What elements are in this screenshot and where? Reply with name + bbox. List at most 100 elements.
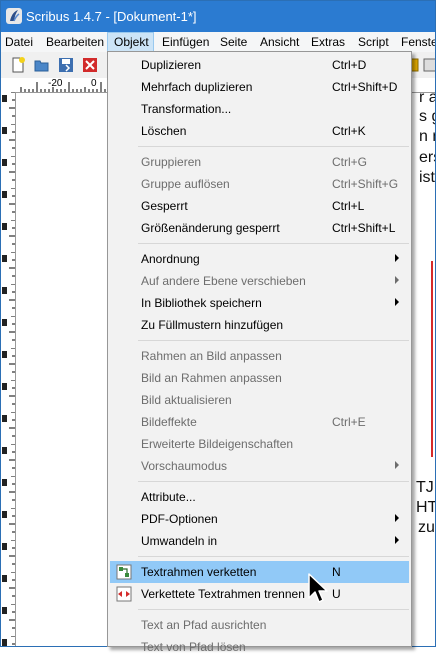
objekt-menu: Duplizieren Ctrl+D Mehrfach duplizieren … [107, 51, 412, 654]
menu-item-label: Gruppe auflösen [141, 177, 230, 191]
menu-item-bildeffekte[interactable]: Bildeffekte Ctrl+E [110, 411, 409, 433]
menu-extras[interactable]: Extras [311, 32, 345, 52]
link-frames-icon [116, 564, 132, 580]
menu-item-umwandeln-in[interactable]: Umwandeln in [110, 530, 409, 552]
menu-item-rahmen-an-bild[interactable]: Rahmen an Bild anpassen [110, 345, 409, 367]
close-document-icon[interactable] [81, 56, 99, 74]
submenu-arrow-icon [395, 276, 399, 284]
menu-item-gruppe-aufloesen[interactable]: Gruppe auflösen Ctrl+Shift+G [110, 173, 409, 195]
menu-item-text-von-pfad[interactable]: Text von Pfad lösen [110, 636, 409, 658]
vertical-ruler[interactable] [1, 92, 16, 646]
menu-item-label: Bild an Rahmen anpassen [141, 371, 282, 385]
submenu-arrow-icon [395, 254, 399, 262]
menu-item-erweiterte-bildeigenschaften[interactable]: Erweiterte Bildeigenschaften [110, 433, 409, 455]
menu-item-text-an-pfad[interactable]: Text an Pfad ausrichten [110, 614, 409, 636]
new-document-icon[interactable] [9, 56, 27, 74]
save-icon[interactable] [57, 56, 75, 74]
window-title: Scribus 1.4.7 - [Dokument-1*] [26, 9, 197, 24]
scribus-logo-icon[interactable] [6, 8, 22, 24]
menu-separator [138, 340, 409, 341]
canvas-text-line: erso [419, 149, 435, 166]
menu-item-bild-an-rahmen[interactable]: Bild an Rahmen anpassen [110, 367, 409, 389]
open-folder-icon[interactable] [33, 56, 51, 74]
menu-item-label: Erweiterte Bildeigenschaften [141, 437, 294, 451]
ruler-label-minus-20: -20 [48, 78, 63, 89]
menu-item-transformation[interactable]: Transformation... [110, 98, 409, 120]
menu-item-attribute[interactable]: Attribute... [110, 486, 409, 508]
menu-item-label: Bild aktualisieren [141, 393, 232, 407]
menu-item-duplizieren[interactable]: Duplizieren Ctrl+D [110, 54, 409, 76]
menu-item-label: Verkettete Textrahmen trennen [141, 587, 305, 601]
menu-item-label: Größenänderung gesperrt [141, 221, 280, 235]
menu-seite[interactable]: Seite [220, 32, 247, 52]
menu-item-mehrfach-duplizieren[interactable]: Mehrfach duplizieren Ctrl+Shift+D [110, 76, 409, 98]
menu-fenster[interactable]: Fenster [401, 32, 435, 52]
menu-item-label: Anordnung [141, 252, 200, 266]
menu-einfuegen[interactable]: Einfügen [162, 32, 209, 52]
submenu-arrow-icon [395, 298, 399, 306]
canvas-text-line: zu [418, 519, 435, 536]
menu-item-label: Transformation... [141, 102, 232, 116]
menu-item-zu-fuellmustern[interactable]: Zu Füllmustern hinzufügen [110, 314, 409, 336]
menu-item-label: In Bibliothek speichern [141, 296, 262, 310]
menu-item-label: Mehrfach duplizieren [141, 80, 253, 94]
submenu-arrow-icon [395, 461, 399, 469]
menu-separator [138, 243, 409, 244]
menu-bearbeiten[interactable]: Bearbeiten [46, 32, 104, 52]
ruler-label-0: 0 [91, 78, 97, 89]
menu-item-verkettete-textrahmen-trennen[interactable]: Verkettete Textrahmen trennen U [110, 583, 409, 605]
menu-item-shortcut: Ctrl+E [332, 415, 366, 429]
menu-item-groessenaenderung-gesperrt[interactable]: Größenänderung gesperrt Ctrl+Shift+L [110, 217, 409, 239]
menu-item-label: Vorschaumodus [141, 459, 228, 473]
menu-item-label: Text an Pfad ausrichten [141, 618, 267, 632]
selected-frame-edge[interactable] [431, 261, 435, 457]
menu-item-textrahmen-verketten[interactable]: Textrahmen verketten N [110, 561, 409, 583]
menu-item-label: Zu Füllmustern hinzufügen [141, 318, 284, 332]
menu-item-shortcut: Ctrl+Shift+L [332, 221, 396, 235]
menu-item-label: Umwandeln in [141, 534, 218, 548]
vertical-ruler-ticks [1, 92, 15, 646]
menu-item-shortcut: Ctrl+L [332, 199, 365, 213]
menu-item-shortcut: N [332, 565, 341, 579]
canvas-text-line: s gr [419, 108, 435, 125]
menu-item-label: Textrahmen verketten [141, 565, 257, 579]
submenu-arrow-icon [395, 514, 399, 522]
menu-objekt[interactable]: Objekt [107, 32, 154, 52]
menu-item-loeschen[interactable]: Löschen Ctrl+K [110, 120, 409, 142]
menu-script[interactable]: Script [358, 32, 389, 52]
menu-separator [138, 146, 409, 147]
menu-item-in-bibliothek-speichern[interactable]: In Bibliothek speichern [110, 292, 409, 314]
menu-separator [138, 609, 409, 610]
menu-item-label: Rahmen an Bild anpassen [141, 349, 282, 363]
menu-item-shortcut: U [332, 587, 341, 601]
canvas-text-line: r a [419, 89, 436, 106]
menu-item-gruppieren[interactable]: Gruppieren Ctrl+G [110, 151, 409, 173]
canvas-text-line: TJ [416, 479, 434, 496]
menu-separator [138, 556, 409, 557]
menu-separator [138, 481, 409, 482]
menu-datei[interactable]: Datei [5, 32, 33, 52]
menu-item-gesperrt[interactable]: Gesperrt Ctrl+L [110, 195, 409, 217]
menu-item-label: Duplizieren [141, 58, 202, 72]
menu-ansicht[interactable]: Ansicht [260, 32, 299, 52]
menu-item-pdf-optionen[interactable]: PDF-Optionen [110, 508, 409, 530]
menu-item-shortcut: Ctrl+K [332, 124, 366, 138]
menu-item-vorschaumodus[interactable]: Vorschaumodus [110, 455, 409, 477]
menu-item-label: Bildeffekte [141, 415, 197, 429]
menu-item-label: Gesperrt [141, 199, 188, 213]
menu-item-shortcut: Ctrl+G [332, 155, 368, 169]
menu-item-auf-andere-ebene[interactable]: Auf andere Ebene verschieben [110, 270, 409, 292]
menu-item-label: Auf andere Ebene verschieben [141, 274, 306, 288]
mouse-cursor-icon [308, 573, 328, 603]
title-bar[interactable]: Scribus 1.4.7 - [Dokument-1*] [1, 1, 435, 32]
toolbar-tool-icon-2[interactable] [421, 56, 436, 74]
menu-bar: Datei Bearbeiten Objekt Einfügen Seite A… [1, 32, 435, 52]
menu-item-label: PDF-Optionen [141, 512, 218, 526]
submenu-arrow-icon [395, 536, 399, 544]
canvas-text-line: n na [419, 128, 435, 145]
menu-item-bild-aktualisieren[interactable]: Bild aktualisieren [110, 389, 409, 411]
menu-item-shortcut: Ctrl+D [332, 58, 367, 72]
menu-item-label: Löschen [141, 124, 187, 138]
menu-item-anordnung[interactable]: Anordnung [110, 248, 409, 270]
menu-item-shortcut: Ctrl+Shift+D [332, 80, 398, 94]
